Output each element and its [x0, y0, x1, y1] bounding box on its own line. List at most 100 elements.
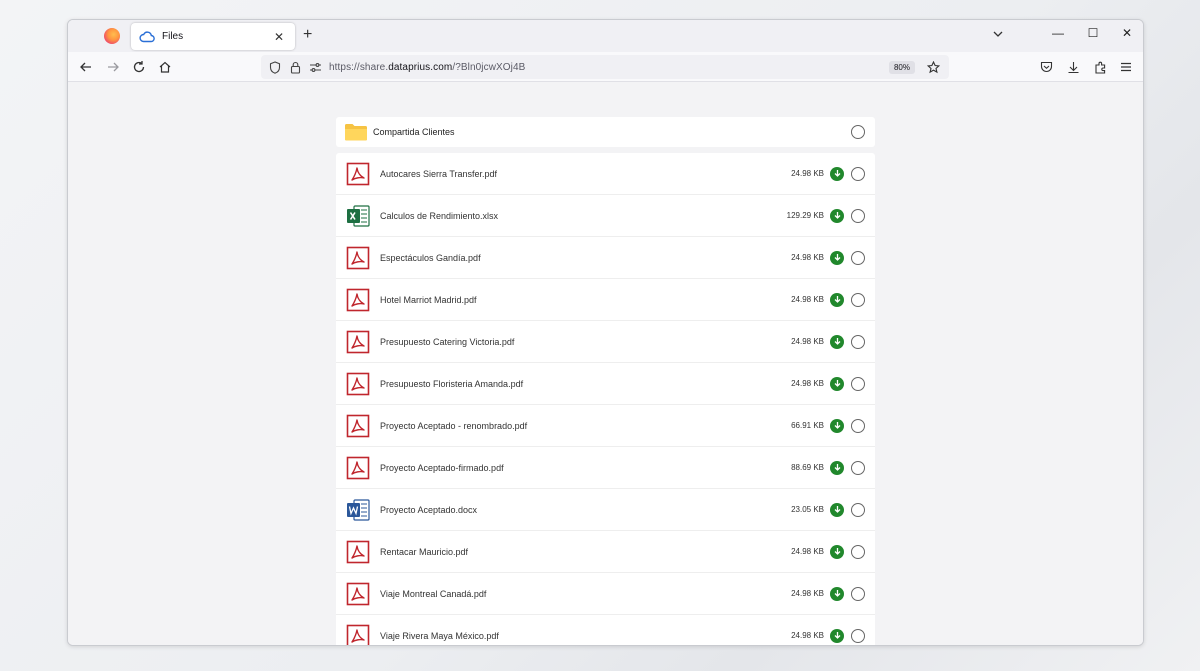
file-name[interactable]: Viaje Montreal Canadá.pdf — [380, 589, 791, 599]
pdf-file-icon — [346, 456, 370, 480]
file-row[interactable]: Proyecto Aceptado - renombrado.pdf 66.91 … — [336, 405, 875, 447]
file-size: 24.98 KB — [791, 337, 824, 346]
file-name[interactable]: Rentacar Mauricio.pdf — [380, 547, 791, 557]
download-icon[interactable] — [830, 544, 844, 559]
page-content: Compartida Clientes Autocares Sierra Tra… — [68, 82, 1143, 645]
file-select-radio[interactable] — [851, 376, 865, 391]
file-select-radio[interactable] — [851, 586, 865, 601]
maximize-icon[interactable]: ☐ — [1083, 26, 1103, 40]
download-icon[interactable] — [830, 376, 844, 391]
folder-header[interactable]: Compartida Clientes — [336, 117, 875, 147]
file-size: 24.98 KB — [791, 379, 824, 388]
pdf-file-icon — [346, 414, 370, 438]
file-select-radio[interactable] — [851, 502, 865, 517]
file-name[interactable]: Proyecto Aceptado-firmado.pdf — [380, 463, 791, 473]
extensions-icon[interactable] — [1092, 59, 1108, 75]
file-select-radio[interactable] — [851, 292, 865, 307]
firefox-icon[interactable] — [104, 28, 120, 44]
file-row[interactable]: Viaje Montreal Canadá.pdf 24.98 KB — [336, 573, 875, 615]
file-row[interactable]: Proyecto Aceptado.docx 23.05 KB — [336, 489, 875, 531]
home-icon[interactable] — [156, 58, 174, 76]
file-size: 129.29 KB — [786, 211, 824, 220]
file-name[interactable]: Espectáculos Gandía.pdf — [380, 253, 791, 263]
file-size: 24.98 KB — [791, 253, 824, 262]
pdf-file-icon — [346, 246, 370, 270]
file-select-radio[interactable] — [851, 628, 865, 643]
reload-icon[interactable] — [130, 58, 148, 76]
tab-close-icon[interactable]: ✕ — [271, 30, 287, 44]
file-row[interactable]: Autocares Sierra Transfer.pdf 24.98 KB — [336, 153, 875, 195]
permissions-icon[interactable] — [307, 59, 323, 75]
download-icon[interactable] — [830, 250, 844, 265]
file-size: 24.98 KB — [791, 169, 824, 178]
file-name[interactable]: Viaje Rivera Maya México.pdf — [380, 631, 791, 641]
url-host: dataprius.com — [388, 61, 453, 73]
download-icon[interactable] — [830, 502, 844, 517]
list-all-tabs-icon[interactable] — [991, 27, 1005, 41]
download-icon[interactable] — [830, 460, 844, 475]
pdf-file-icon — [346, 624, 370, 645]
app-menu-icon[interactable] — [1118, 59, 1134, 75]
folder-select-radio[interactable] — [851, 125, 865, 139]
file-select-radio[interactable] — [851, 166, 865, 181]
pdf-file-icon — [346, 330, 370, 354]
file-name[interactable]: Hotel Marriot Madrid.pdf — [380, 295, 791, 305]
file-select-radio[interactable] — [851, 334, 865, 349]
file-row[interactable]: Espectáculos Gandía.pdf 24.98 KB — [336, 237, 875, 279]
url-prefix: https://share. — [329, 61, 389, 73]
download-icon[interactable] — [830, 334, 844, 349]
file-row[interactable]: Proyecto Aceptado-firmado.pdf 88.69 KB — [336, 447, 875, 489]
file-name[interactable]: Proyecto Aceptado.docx — [380, 505, 791, 515]
nav-toolbar: https://share.dataprius.com/?Bln0jcwXOj4… — [68, 52, 1143, 82]
file-size: 24.98 KB — [791, 295, 824, 304]
file-row[interactable]: Presupuesto Floristeria Amanda.pdf 24.98 … — [336, 363, 875, 405]
minimize-icon[interactable]: — — [1048, 26, 1068, 40]
lock-icon[interactable] — [287, 59, 303, 75]
file-name[interactable]: Presupuesto Floristeria Amanda.pdf — [380, 379, 791, 389]
download-icon[interactable] — [830, 292, 844, 307]
file-size: 23.05 KB — [791, 505, 824, 514]
close-window-icon[interactable]: ✕ — [1117, 26, 1137, 40]
file-select-radio[interactable] — [851, 250, 865, 265]
file-size: 24.98 KB — [791, 631, 824, 640]
pdf-file-icon — [346, 288, 370, 312]
download-icon[interactable] — [830, 586, 844, 601]
cloud-icon — [139, 30, 155, 42]
browser-window: Files ✕ + — ☐ ✕ https://share.dataprius.… — [67, 19, 1144, 646]
new-tab-icon[interactable]: + — [303, 26, 312, 44]
file-size: 88.69 KB — [791, 463, 824, 472]
file-select-radio[interactable] — [851, 418, 865, 433]
file-select-radio[interactable] — [851, 544, 865, 559]
forward-icon[interactable] — [104, 58, 122, 76]
file-name[interactable]: Calculos de Rendimiento.xlsx — [380, 211, 787, 221]
file-row[interactable]: Calculos de Rendimiento.xlsx 129.29 KB — [336, 195, 875, 237]
file-row[interactable]: Rentacar Mauricio.pdf 24.98 KB — [336, 531, 875, 573]
tab-bar: Files ✕ + — ☐ ✕ — [68, 20, 1143, 52]
download-icon[interactable] — [830, 166, 844, 181]
downloads-icon[interactable] — [1065, 59, 1081, 75]
download-icon[interactable] — [830, 418, 844, 433]
back-icon[interactable] — [77, 58, 95, 76]
download-icon[interactable] — [830, 628, 844, 643]
file-row[interactable]: Hotel Marriot Madrid.pdf 24.98 KB — [336, 279, 875, 321]
pocket-icon[interactable] — [1038, 59, 1054, 75]
bookmark-star-icon[interactable] — [925, 59, 941, 75]
url-bar[interactable]: https://share.dataprius.com/?Bln0jcwXOj4… — [261, 55, 949, 79]
file-select-radio[interactable] — [851, 460, 865, 475]
file-row[interactable]: Presupuesto Catering Victoria.pdf 24.98 K… — [336, 321, 875, 363]
pdf-file-icon — [346, 540, 370, 564]
pdf-file-icon — [346, 372, 370, 396]
file-size: 24.98 KB — [791, 547, 824, 556]
file-name[interactable]: Autocares Sierra Transfer.pdf — [380, 169, 791, 179]
file-select-radio[interactable] — [851, 208, 865, 223]
file-name[interactable]: Proyecto Aceptado - renombrado.pdf — [380, 421, 791, 431]
file-row[interactable]: Viaje Rivera Maya México.pdf 24.98 KB — [336, 615, 875, 645]
file-name[interactable]: Presupuesto Catering Victoria.pdf — [380, 337, 791, 347]
url-suffix: /?Bln0jcwXOj4B — [452, 61, 526, 73]
url-text[interactable]: https://share.dataprius.com/?Bln0jcwXOj4… — [329, 62, 889, 73]
tab-title: Files — [162, 31, 184, 42]
tracking-protection-icon[interactable] — [267, 59, 283, 75]
tab-files[interactable]: Files ✕ — [131, 23, 295, 50]
zoom-level-badge[interactable]: 80% — [888, 60, 915, 74]
download-icon[interactable] — [830, 208, 844, 223]
